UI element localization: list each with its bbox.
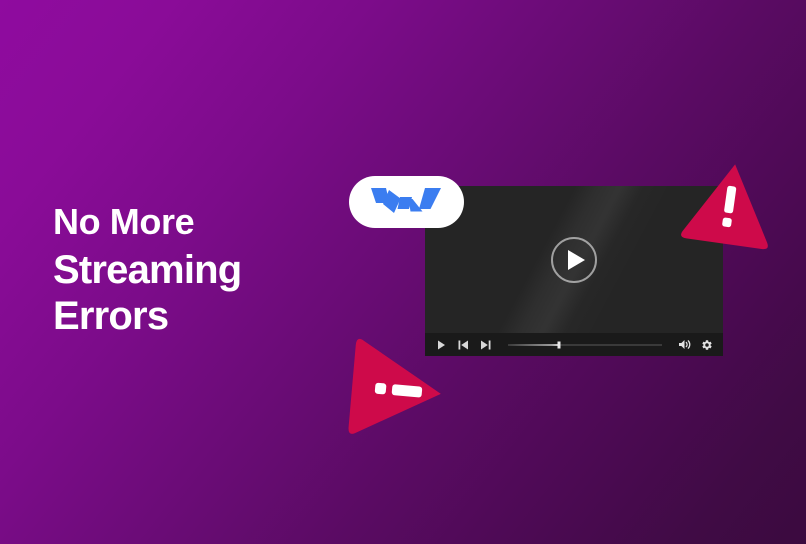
- w-logo-icon: [370, 188, 441, 213]
- headline-line-2: Streaming: [53, 248, 242, 292]
- progress-fill: [508, 343, 559, 346]
- exclamation-dot: [374, 382, 387, 395]
- headline-line-3: Errors: [53, 294, 169, 338]
- promo-banner: No More Streaming Errors: [0, 0, 806, 544]
- progress-track[interactable]: [508, 341, 662, 348]
- progress-bar[interactable]: [508, 338, 662, 351]
- volume-icon[interactable]: [678, 338, 691, 351]
- warning-triangle-bottom-left: [341, 334, 453, 446]
- skip-next-icon[interactable]: [479, 338, 492, 351]
- headline-line-1: No More: [53, 201, 195, 242]
- progress-handle[interactable]: [557, 341, 561, 348]
- settings-gear-icon[interactable]: [700, 338, 713, 351]
- page-title: No More Streaming Errors: [53, 201, 242, 342]
- exclamation-dot: [722, 217, 732, 228]
- play-icon: [568, 249, 585, 270]
- warning-triangle-top-right: [681, 156, 777, 254]
- brand-logo[interactable]: [349, 176, 464, 228]
- player-control-bar: [425, 333, 723, 356]
- video-player[interactable]: [425, 186, 723, 356]
- skip-previous-icon[interactable]: [457, 338, 470, 351]
- play-button-overlay[interactable]: [551, 236, 597, 283]
- video-screen[interactable]: [425, 186, 723, 333]
